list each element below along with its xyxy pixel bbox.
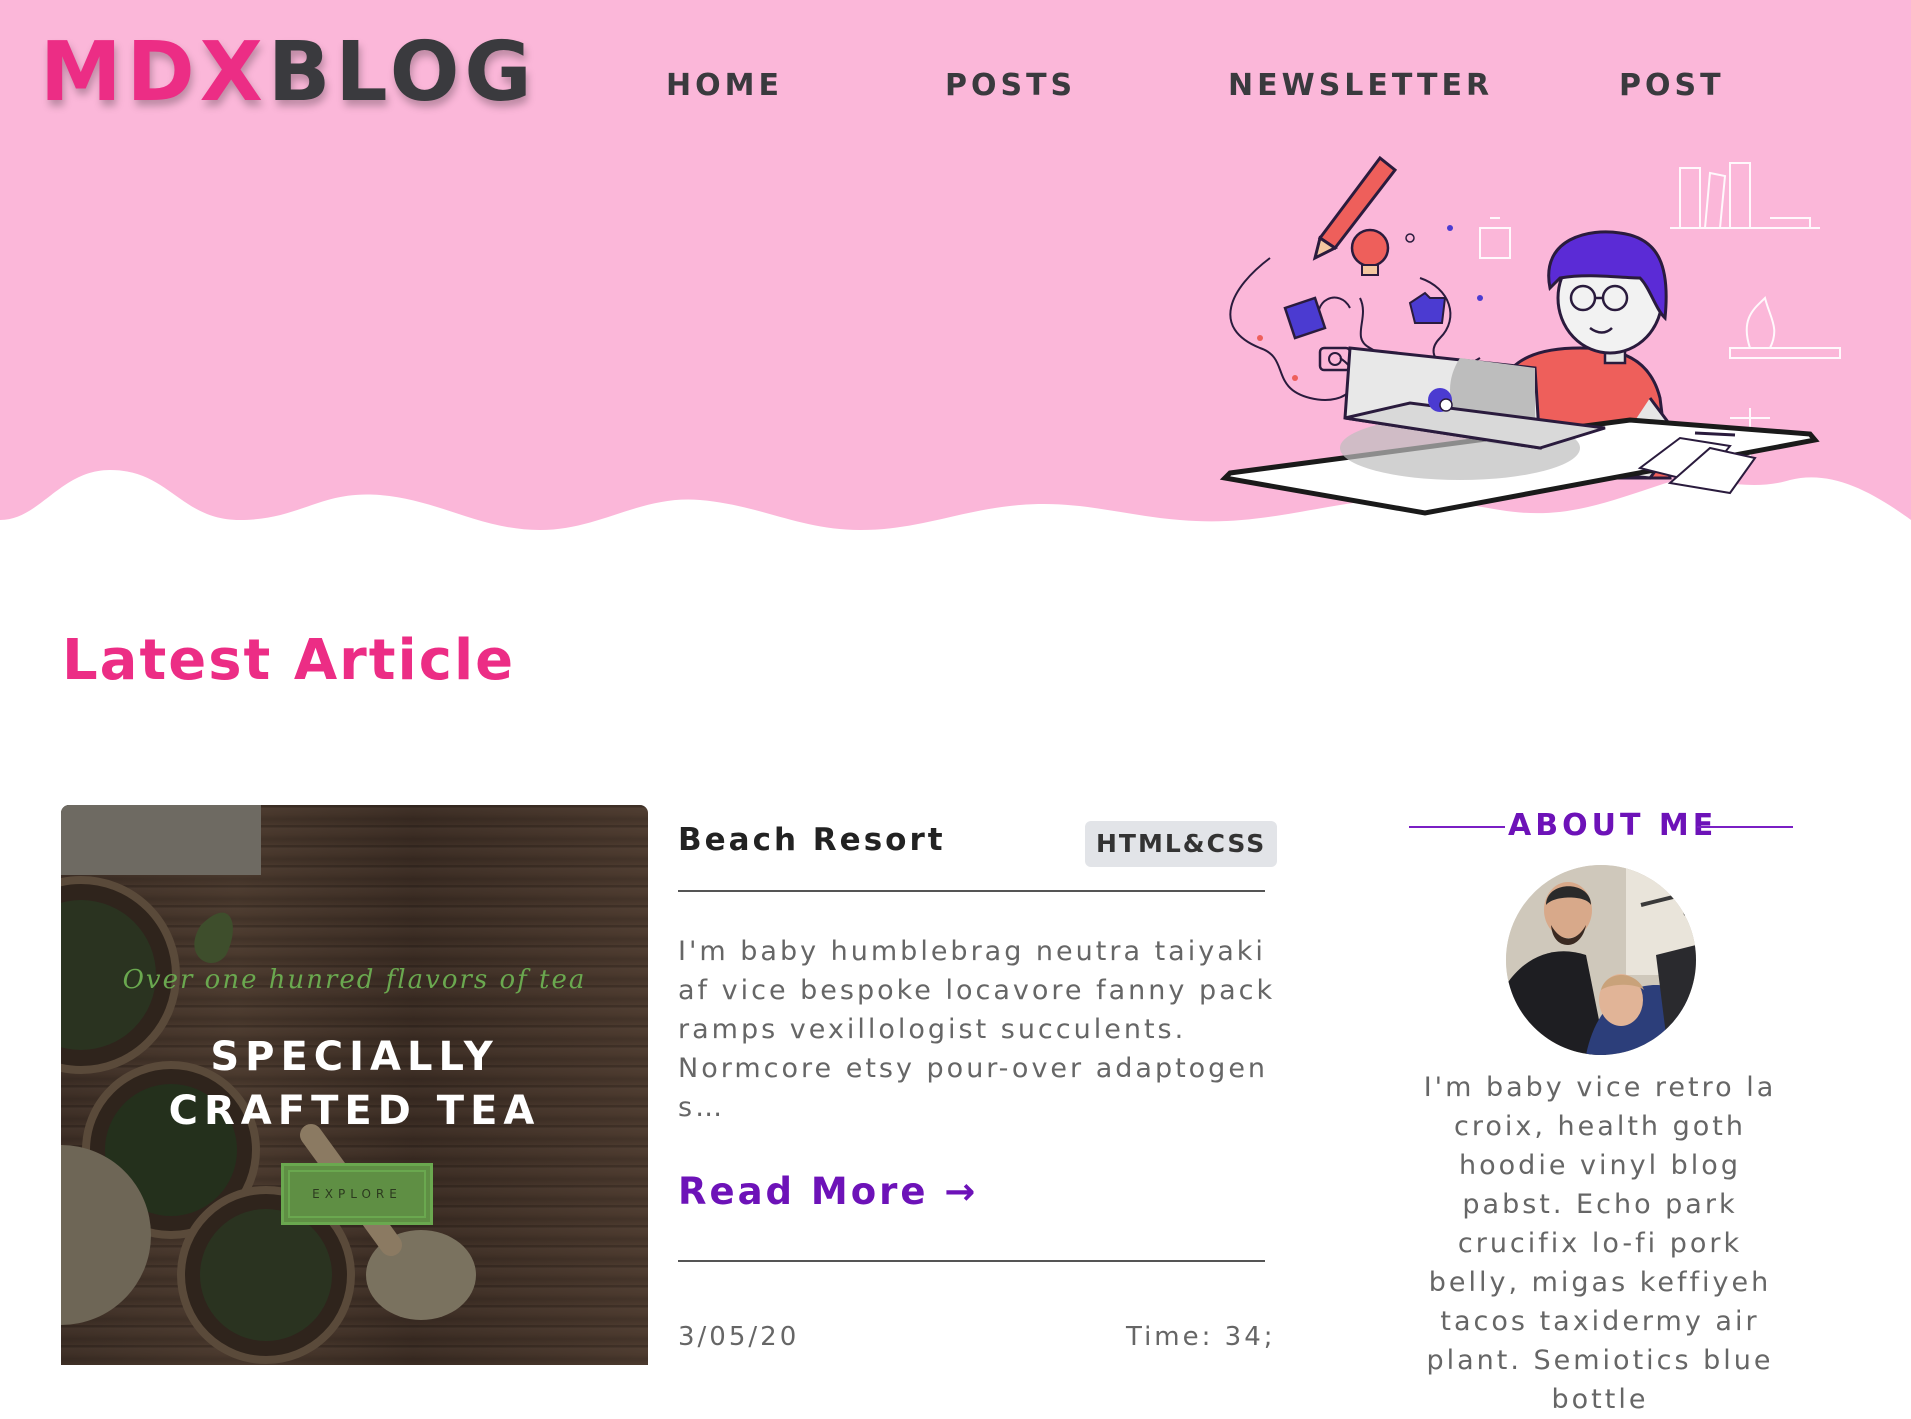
hero-illustration bbox=[1219, 155, 1841, 516]
article-excerpt: I'm baby humblebrag neutra taiyaki af vi… bbox=[678, 936, 1276, 1123]
nav-post[interactable]: POST bbox=[1619, 68, 1725, 103]
article-tag-badge[interactable]: HTML&CSS bbox=[1085, 821, 1278, 867]
nav-home[interactable]: HOME bbox=[666, 68, 783, 103]
section-title: Latest Article bbox=[62, 628, 516, 693]
about-title: ABOUT ME bbox=[1508, 808, 1718, 843]
note-icon bbox=[1283, 296, 1327, 340]
logo-part-blog: BLOG bbox=[267, 25, 537, 120]
article-read-time: Time: 34; bbox=[1126, 1322, 1276, 1352]
read-more-link[interactable]: Read More → bbox=[678, 1170, 978, 1213]
thumbs-up-icon bbox=[1408, 291, 1447, 324]
about-text: I'm baby vice retro la croix, health got… bbox=[1423, 1072, 1777, 1415]
explore-button[interactable]: EXPLORE bbox=[281, 1163, 433, 1225]
nav-posts[interactable]: POSTS bbox=[945, 68, 1076, 103]
nav-newsletter[interactable]: NEWSLETTER bbox=[1228, 68, 1493, 103]
logo-part-mdx: MDX bbox=[40, 25, 268, 120]
article-thumbnail[interactable]: Over one hunred flavors of tea SPECIALLY… bbox=[61, 805, 648, 1365]
site-logo[interactable]: MDXBLOG bbox=[40, 32, 537, 114]
article-title[interactable]: Beach Resort bbox=[678, 822, 946, 858]
thumbnail-tagline: Over one hunred flavors of tea bbox=[122, 965, 587, 995]
about-divider-right bbox=[1697, 826, 1793, 828]
camera-icon bbox=[1318, 346, 1352, 372]
thumbnail-headline: SPECIALLY CRAFTED TEA bbox=[168, 1034, 541, 1134]
divider-bottom bbox=[678, 1260, 1265, 1262]
article-date: 3/05/20 bbox=[678, 1322, 800, 1352]
divider-top bbox=[678, 890, 1265, 892]
lightbulb-icon bbox=[1350, 228, 1390, 276]
about-divider-left bbox=[1409, 826, 1505, 828]
avatar-photo bbox=[1506, 865, 1696, 1055]
avatar bbox=[1506, 865, 1696, 1055]
